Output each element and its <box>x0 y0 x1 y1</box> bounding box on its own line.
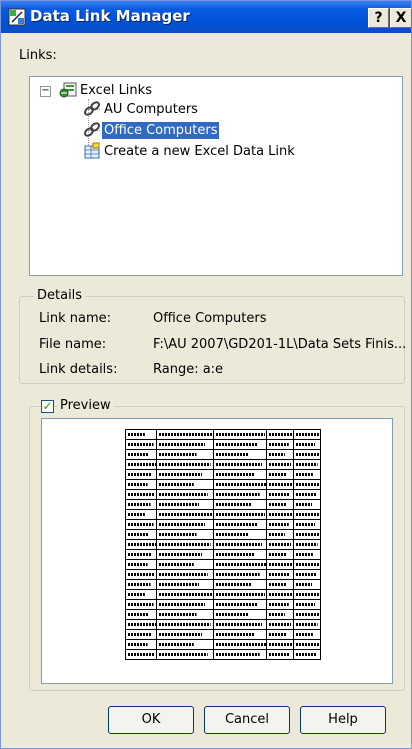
links-tree[interactable]: − Excel Links AU Computers Office Comput… <box>29 76 403 276</box>
data-link-app-icon <box>8 8 26 26</box>
file-name-value: F:\AU 2007\GD201-1L\Data Sets Finis... <box>153 337 407 352</box>
data-link-manager-dialog: Data Link Manager ? X Links: − Excel Lin… <box>0 0 412 749</box>
link-details-label: Link details: <box>39 362 118 377</box>
excel-links-icon <box>59 82 77 98</box>
window-title: Data Link Manager <box>30 7 190 25</box>
tree-root-label: Excel Links <box>80 82 152 98</box>
links-label: Links: <box>19 48 57 63</box>
tree-item-label: AU Computers <box>104 101 198 117</box>
preview-label[interactable]: Preview <box>57 398 114 413</box>
file-name-label: File name: <box>39 337 107 352</box>
tree-item-office-computers[interactable]: Office Computers <box>82 120 220 140</box>
collapse-toggle-icon[interactable]: − <box>40 86 51 97</box>
preview-pane <box>41 418 393 684</box>
new-excel-link-icon <box>84 142 100 159</box>
link-name-label: Link name: <box>39 311 112 326</box>
tree-root-excel-links[interactable]: Excel Links <box>58 80 154 100</box>
ok-button[interactable]: OK <box>108 706 194 734</box>
help-button[interactable]: Help <box>300 706 386 734</box>
close-button[interactable]: X <box>390 8 412 28</box>
tree-item-create-new-link[interactable]: Create a new Excel Data Link <box>82 141 297 161</box>
link-details-value: Range: a:e <box>153 362 224 377</box>
preview-checkbox[interactable]: ✓ <box>41 400 54 413</box>
chain-link-icon <box>84 122 100 137</box>
spreadsheet-preview-image <box>125 429 321 660</box>
tree-item-au-computers[interactable]: AU Computers <box>82 99 200 119</box>
chain-link-icon <box>84 101 100 116</box>
link-name-value: Office Computers <box>153 311 267 326</box>
help-title-button[interactable]: ? <box>368 8 389 28</box>
tree-item-label: Office Computers <box>102 121 220 139</box>
title-bar[interactable]: Data Link Manager ? X <box>1 1 412 33</box>
cancel-button[interactable]: Cancel <box>204 706 290 734</box>
details-title: Details <box>34 288 86 303</box>
tree-item-label: Create a new Excel Data Link <box>104 143 295 159</box>
